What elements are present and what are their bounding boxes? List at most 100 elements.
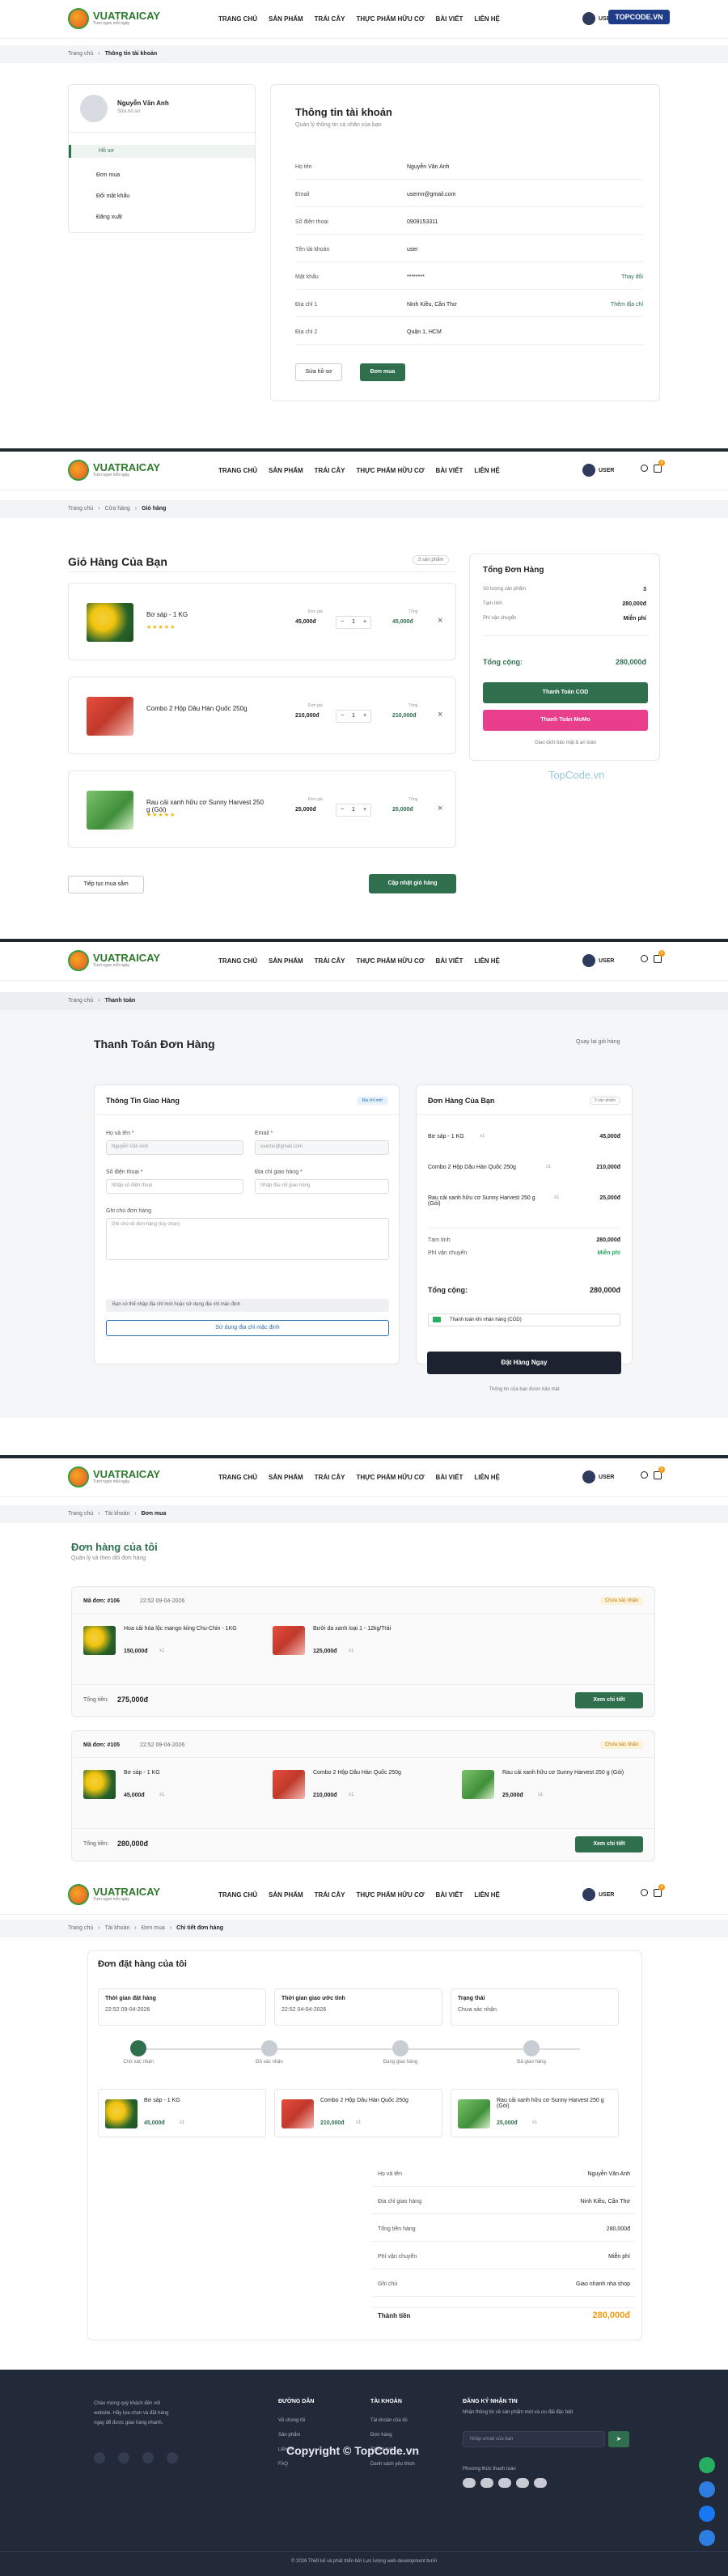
nav-blog[interactable]: BÀI VIẾT xyxy=(436,15,463,23)
nav-home[interactable]: TRANG CHỦ xyxy=(218,467,257,474)
crumb-home[interactable]: Trang chủ xyxy=(68,51,93,57)
footer-link[interactable]: Danh sách yêu thích xyxy=(370,2462,415,2467)
logo[interactable]: VUATRAICAY Tươi ngon mỗi ngày xyxy=(68,1884,160,1905)
new-address-badge[interactable]: Địa chỉ mới xyxy=(357,1097,387,1105)
remove-icon[interactable]: × xyxy=(438,804,442,813)
product-image[interactable] xyxy=(105,2099,138,2128)
nav-fruits[interactable]: TRÁI CÂY xyxy=(315,1891,345,1899)
logo[interactable]: VUATRAICAY Tươi ngon mỗi ngày xyxy=(68,1466,160,1487)
product-name[interactable]: Bưởi da xanh loại 1 - 12kg/Trái xyxy=(313,1626,451,1632)
nav-contact[interactable]: LIÊN HỆ xyxy=(474,15,500,23)
zalo-icon[interactable] xyxy=(699,2481,715,2497)
info-action-link[interactable]: Thay đổi xyxy=(621,274,643,280)
product-image[interactable] xyxy=(462,1770,494,1799)
quantity-stepper[interactable]: −1 + xyxy=(336,804,371,817)
user-menu[interactable]: USER xyxy=(582,954,614,967)
menu-profile[interactable]: Hồ sơ xyxy=(69,145,255,158)
product-name[interactable]: Bơ sáp - 1 KG xyxy=(124,1770,261,1776)
footer-link[interactable]: Sản phẩm xyxy=(278,2433,305,2438)
payment-cod-option[interactable]: Thanh toán khi nhận hàng (COD) xyxy=(428,1313,620,1326)
product-image[interactable] xyxy=(83,1770,116,1799)
nav-fruits[interactable]: TRÁI CÂY xyxy=(315,467,345,474)
plus-button[interactable]: + xyxy=(359,711,370,722)
nav-products[interactable]: SẢN PHẨM xyxy=(269,1891,303,1899)
continue-shopping-button[interactable]: Tiếp tục mua sắm xyxy=(68,876,144,893)
product-image[interactable] xyxy=(273,1770,305,1799)
search-icon[interactable] xyxy=(641,955,648,962)
nav-home[interactable]: TRANG CHỦ xyxy=(218,15,257,23)
email-input[interactable]: usernn@gmail.com xyxy=(255,1140,389,1155)
user-menu[interactable]: USER xyxy=(582,1888,614,1901)
orders-button[interactable]: Đơn mua xyxy=(360,363,405,381)
footer-link[interactable]: FAQ xyxy=(278,2462,305,2467)
footer-link[interactable]: Đơn hàng xyxy=(370,2433,415,2438)
menu-orders[interactable]: Đơn mua xyxy=(96,172,120,178)
product-image[interactable] xyxy=(281,2099,314,2128)
nav-fruits[interactable]: TRÁI CÂY xyxy=(315,15,345,23)
nav-products[interactable]: SẢN PHẨM xyxy=(269,467,303,474)
product-name[interactable]: Rau cải xanh hữu cơ Sunny Harvest 250 g … xyxy=(502,1770,640,1776)
nav-contact[interactable]: LIÊN HỆ xyxy=(474,957,500,965)
momo-button[interactable]: Thanh Toán MoMo xyxy=(483,710,648,731)
product-name[interactable]: Bơ sáp - 1 KG xyxy=(146,611,268,618)
note-textarea[interactable]: Ghi chú về đơn hàng (tùy chọn) xyxy=(106,1218,389,1260)
nav-products[interactable]: SẢN PHẨM xyxy=(269,15,303,23)
messenger-icon[interactable] xyxy=(699,2506,715,2522)
crumb-account[interactable]: Tài khoản xyxy=(105,1511,130,1517)
newsletter-email-input[interactable]: Nhập email của bạn xyxy=(463,2431,605,2447)
facebook-icon[interactable] xyxy=(94,2452,105,2464)
nav-organic[interactable]: THỰC PHẨM HỮU CƠ xyxy=(356,1891,424,1899)
menu-logout[interactable]: Đăng xuất xyxy=(96,214,122,220)
crumb-orders[interactable]: Đơn mua xyxy=(142,1925,165,1931)
cod-button[interactable]: Thanh Toán COD xyxy=(483,682,648,703)
remove-icon[interactable]: × xyxy=(438,710,442,719)
logo[interactable]: VUATRAICAY Tươi ngon mỗi ngày xyxy=(68,950,160,971)
phone-input[interactable]: Nhập số điện thoại xyxy=(106,1179,243,1194)
crumb-shop[interactable]: Cửa hàng xyxy=(105,506,130,511)
crumb-account[interactable]: Tài khoản xyxy=(105,1925,130,1931)
back-to-cart-link[interactable]: Quay lại giỏ hàng xyxy=(576,1039,620,1045)
product-image[interactable] xyxy=(458,2099,490,2128)
nav-blog[interactable]: BÀI VIẾT xyxy=(436,1891,463,1899)
crumb-home[interactable]: Trang chủ xyxy=(68,998,93,1004)
view-detail-button[interactable]: Xem chi tiết xyxy=(575,1836,643,1852)
remove-icon[interactable]: × xyxy=(438,616,442,626)
user-menu[interactable]: USER xyxy=(582,464,614,477)
nav-contact[interactable]: LIÊN HỆ xyxy=(474,1474,500,1481)
nav-organic[interactable]: THỰC PHẨM HỮU CƠ xyxy=(356,957,424,965)
nav-home[interactable]: TRANG CHỦ xyxy=(218,957,257,965)
product-image[interactable] xyxy=(87,697,133,736)
footer-link[interactable]: Tài khoản của tôi xyxy=(370,2418,415,2423)
menu-change-password[interactable]: Đổi mật khẩu xyxy=(96,193,129,199)
place-order-button[interactable]: Đặt Hàng Ngay xyxy=(427,1352,621,1374)
product-name[interactable]: Combo 2 Hộp Dâu Hàn Quốc 250g xyxy=(146,705,268,712)
quantity-stepper[interactable]: −1 + xyxy=(336,616,371,629)
quantity-value[interactable]: 1 xyxy=(348,804,359,816)
youtube-icon[interactable] xyxy=(167,2452,178,2464)
nav-contact[interactable]: LIÊN HỆ xyxy=(474,1891,500,1899)
product-name[interactable]: Rau cải xanh hữu cơ Sunny Harvest 250 g … xyxy=(497,2098,615,2109)
nav-products[interactable]: SẢN PHẨM xyxy=(269,957,303,965)
crumb-home[interactable]: Trang chủ xyxy=(68,1511,93,1517)
quantity-stepper[interactable]: −1 + xyxy=(336,710,371,723)
update-cart-button[interactable]: Cập nhật giỏ hàng xyxy=(369,874,456,893)
product-name[interactable]: Hoa cải hóa lộc mango kiing Chu-Chin - 1… xyxy=(124,1626,261,1632)
nav-fruits[interactable]: TRÁI CÂY xyxy=(315,1474,345,1481)
minus-button[interactable]: − xyxy=(336,711,348,722)
crumb-home[interactable]: Trang chủ xyxy=(68,506,93,511)
footer-link[interactable]: Về chúng tôi xyxy=(278,2418,305,2423)
nav-blog[interactable]: BÀI VIẾT xyxy=(436,957,463,965)
search-icon[interactable] xyxy=(641,465,648,472)
nav-contact[interactable]: LIÊN HỆ xyxy=(474,467,500,474)
nav-organic[interactable]: THỰC PHẨM HỮU CƠ xyxy=(356,15,424,23)
product-image[interactable] xyxy=(87,603,133,642)
nav-home[interactable]: TRANG CHỦ xyxy=(218,1474,257,1481)
product-name[interactable]: Bơ sáp - 1 KG xyxy=(144,2098,262,2103)
edit-profile-link[interactable]: Sửa hồ sơ xyxy=(117,109,140,114)
phone-icon[interactable] xyxy=(699,2457,715,2473)
user-menu[interactable]: USER xyxy=(582,1470,614,1483)
product-name[interactable]: Combo 2 Hộp Dâu Hàn Quốc 250g xyxy=(313,1770,451,1776)
search-icon[interactable] xyxy=(641,1471,648,1479)
name-input[interactable]: Nguyễn Văn Anh xyxy=(106,1140,243,1155)
nav-products[interactable]: SẢN PHẨM xyxy=(269,1474,303,1481)
